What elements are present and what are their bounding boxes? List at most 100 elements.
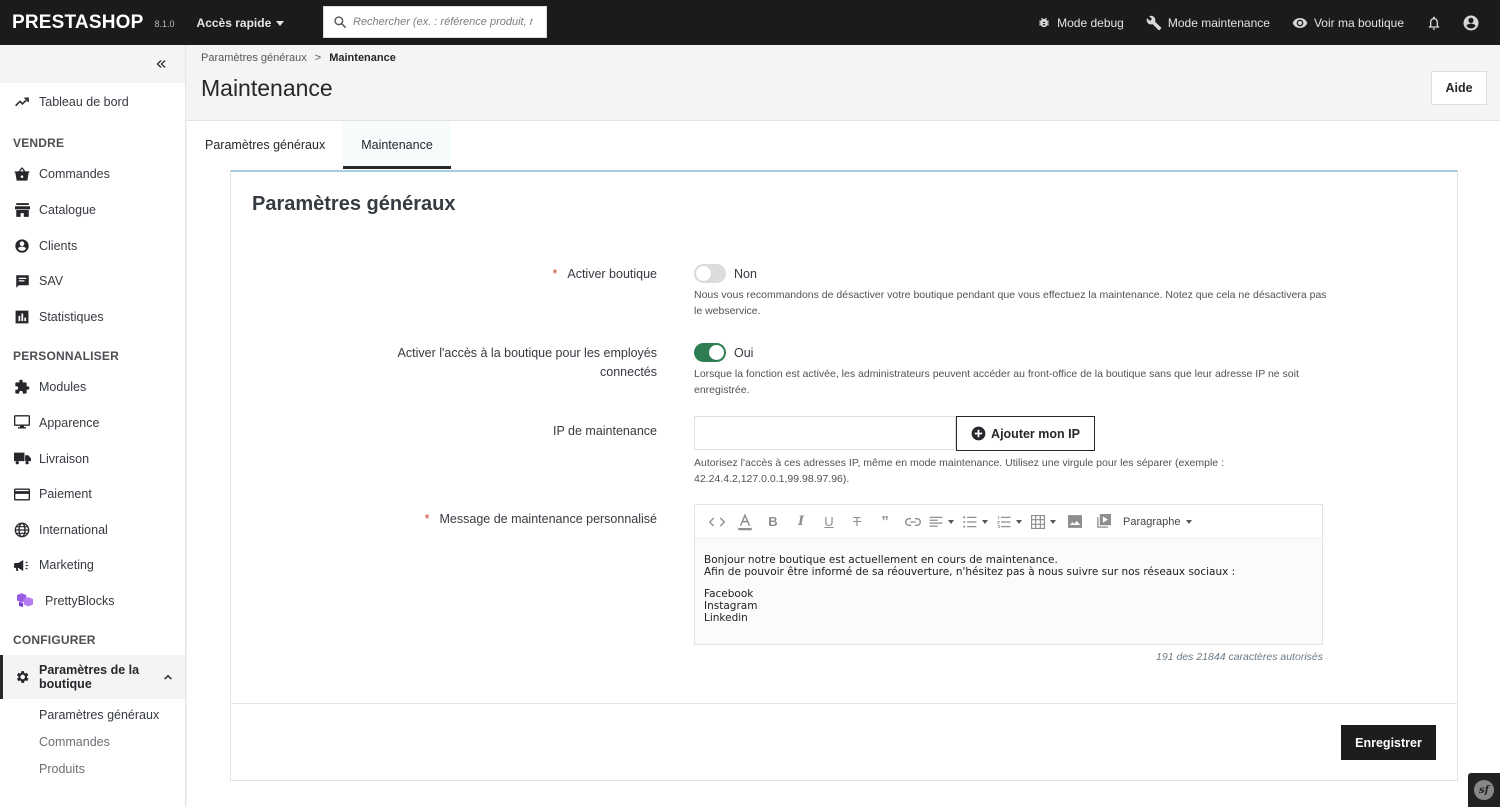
add-my-ip-button[interactable]: Ajouter mon IP <box>956 416 1095 451</box>
store-icon <box>13 201 31 219</box>
text-color-button[interactable] <box>731 510 759 534</box>
sidebar-item-stats[interactable]: Statistiques <box>0 299 185 335</box>
code-icon <box>709 517 725 526</box>
sidebar-item-label: Catalogue <box>39 202 96 217</box>
notifications-button[interactable] <box>1426 15 1442 31</box>
sidebar-item-label: Apparence <box>39 415 100 430</box>
symfony-toolbar-toggle[interactable]: sf <box>1468 773 1500 807</box>
quote-icon: ” <box>881 513 889 530</box>
underline-icon: U <box>824 514 834 529</box>
sidebar-subitem-products[interactable]: Produits <box>0 756 185 783</box>
employee-access-value: Oui <box>734 345 754 360</box>
numbered-list-button[interactable] <box>995 510 1023 534</box>
chevron-up-icon[interactable] <box>163 672 173 682</box>
basket-icon <box>13 165 31 183</box>
underline-button[interactable]: U <box>815 510 843 534</box>
prettyblocks-icon <box>16 592 34 610</box>
sidebar-subitem-orders[interactable]: Commandes <box>0 729 185 756</box>
sidebar-item-label: PrettyBlocks <box>45 593 115 608</box>
editor-line: Linkedin <box>704 612 748 624</box>
tabs: Paramètres généraux Maintenance <box>187 121 1500 169</box>
breadcrumb: Paramètres généraux > Maintenance <box>201 52 396 64</box>
debug-mode-link[interactable]: Mode debug <box>1037 16 1124 30</box>
sidebar-section-title: VENDRE <box>13 135 65 150</box>
sidebar-item-marketing[interactable]: Marketing <box>0 548 185 584</box>
view-shop-label: Voir ma boutique <box>1313 15 1404 30</box>
toggle-switch-on[interactable] <box>694 343 726 362</box>
bullet-list-icon <box>962 515 976 528</box>
sidebar-subitem-general[interactable]: Paramètres généraux <box>0 702 185 729</box>
sidebar-item-international[interactable]: International <box>0 512 185 548</box>
sidebar-item-appearance[interactable]: Apparence <box>0 405 185 441</box>
sidebar-item-orders[interactable]: Commandes <box>0 157 185 193</box>
sidebar-item-modules[interactable]: Modules <box>0 370 185 406</box>
help-button[interactable]: Aide <box>1431 71 1487 105</box>
collapse-sidebar-button[interactable] <box>0 45 185 83</box>
strikethrough-button[interactable]: T <box>843 510 871 534</box>
symfony-icon: sf <box>1474 780 1494 800</box>
quick-access-dropdown[interactable]: Accès rapide <box>197 16 285 30</box>
editor-content[interactable]: Bonjour notre boutique est actuellement … <box>695 539 1322 644</box>
sidebar-item-dashboard[interactable]: Tableau de bord <box>0 84 185 120</box>
table-button[interactable] <box>1029 510 1057 534</box>
breadcrumb-link[interactable]: Paramètres généraux <box>201 52 307 64</box>
employee-access-control: Oui Lorsque la fonction est activée, les… <box>694 343 1334 398</box>
sidebar-item-label: Tableau de bord <box>39 94 129 109</box>
add-my-ip-label: Ajouter mon IP <box>991 426 1080 441</box>
sidebar-item-label: International <box>39 522 108 537</box>
sidebar-item-shipping[interactable]: Livraison <box>0 441 185 477</box>
maintenance-ip-input[interactable] <box>694 416 956 450</box>
bold-icon: B <box>768 514 778 529</box>
sidebar-item-shop-parameters[interactable]: Paramètres de la boutique <box>0 654 185 699</box>
toggle-switch-off[interactable] <box>694 264 726 283</box>
search-input[interactable] <box>353 16 533 28</box>
megaphone-icon <box>13 556 31 574</box>
sidebar-item-payment[interactable]: Paiement <box>0 476 185 512</box>
align-left-icon <box>929 516 942 527</box>
sidebar-item-label: Marketing <box>39 558 94 573</box>
sidebar-item-catalog[interactable]: Catalogue <box>0 192 185 228</box>
editor-line: Instagram <box>704 600 758 612</box>
sidebar-item-customers[interactable]: Clients <box>0 228 185 264</box>
enable-shop-control: Non Nous vous recommandons de désactiver… <box>694 264 1334 319</box>
maintenance-mode-link[interactable]: Mode maintenance <box>1146 15 1270 31</box>
bullet-list-button[interactable] <box>961 510 989 534</box>
chat-bubble-icon <box>13 272 31 290</box>
prestashop-logo[interactable]: PRESTASHOP <box>12 12 144 34</box>
sidebar-item-support[interactable]: SAV <box>0 263 185 299</box>
bug-icon <box>1039 17 1049 27</box>
image-icon <box>1068 515 1082 528</box>
employee-access-toggle[interactable]: Oui <box>694 343 1334 362</box>
maintenance-message-editor: B I U T ” Paragraphe Bonjour notre bouti… <box>694 504 1323 645</box>
italic-button[interactable]: I <box>787 510 815 534</box>
sidebar-item-label: Commandes <box>39 167 110 182</box>
enable-shop-toggle[interactable]: Non <box>694 264 1334 283</box>
puzzle-icon <box>13 378 31 396</box>
blockquote-button[interactable]: ” <box>871 510 899 534</box>
media-button[interactable] <box>1089 510 1117 534</box>
bold-button[interactable]: B <box>759 510 787 534</box>
table-icon <box>1030 514 1045 529</box>
search-box[interactable] <box>323 6 547 38</box>
enable-shop-label-text: Activer boutique <box>567 267 657 281</box>
sidebar-item-prettyblocks[interactable]: PrettyBlocks <box>0 583 185 619</box>
view-shop-link[interactable]: Voir ma boutique <box>1292 15 1404 31</box>
strikethrough-icon: T <box>853 514 861 529</box>
bell-icon <box>1428 16 1440 30</box>
save-button[interactable]: Enregistrer <box>1341 725 1436 760</box>
tab-maintenance[interactable]: Maintenance <box>343 121 451 169</box>
link-button[interactable] <box>899 510 927 534</box>
breadcrumb-current: Maintenance <box>329 52 396 64</box>
paragraph-format-label: Paragraphe <box>1123 515 1181 528</box>
image-button[interactable] <box>1061 510 1089 534</box>
paragraph-format-select[interactable]: Paragraphe <box>1123 516 1192 528</box>
sidebar-section-title: PERSONNALISER <box>13 348 119 363</box>
maintenance-message-label-text: Message de maintenance personnalisé <box>439 512 658 526</box>
align-button[interactable] <box>927 510 955 534</box>
caret-down-icon <box>276 21 285 26</box>
source-code-button[interactable] <box>703 510 731 534</box>
quick-access-label: Accès rapide <box>196 15 272 30</box>
settings-card: Paramètres généraux * Activer boutique No… <box>230 170 1458 781</box>
tab-general-settings[interactable]: Paramètres généraux <box>187 121 343 169</box>
profile-button[interactable] <box>1462 14 1480 32</box>
